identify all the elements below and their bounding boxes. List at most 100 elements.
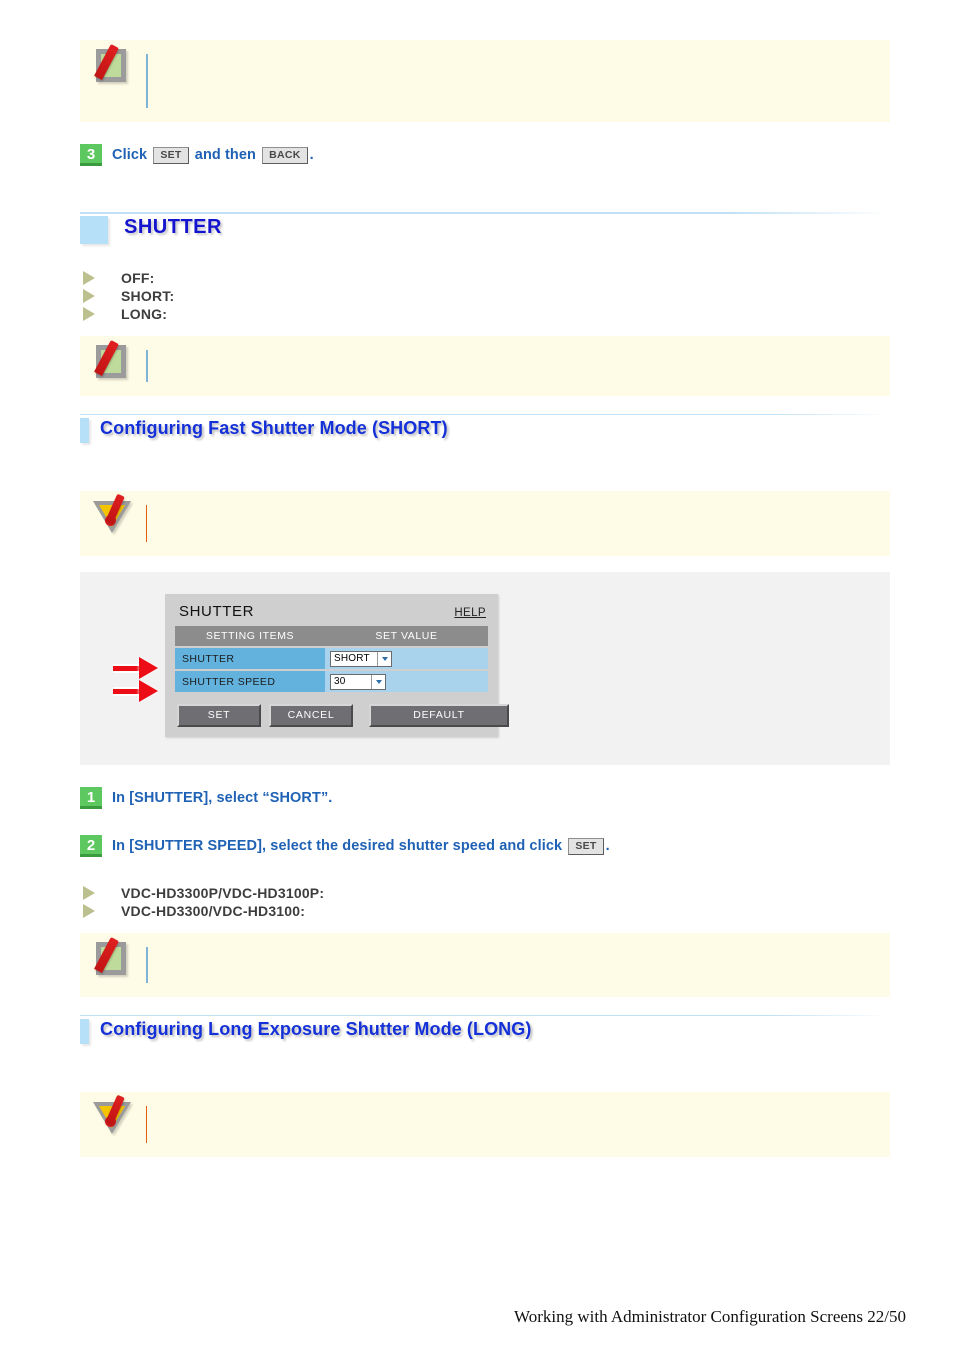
- default-button[interactable]: DEFAULT: [369, 704, 509, 727]
- step2-prefix: In [SHUTTER SPEED], select the desired s…: [112, 837, 563, 854]
- step-number-badge-1: 1: [80, 787, 102, 809]
- column-header-set-value: SET VALUE: [375, 630, 438, 642]
- column-header-setting-items: SETTING ITEMS: [205, 630, 295, 642]
- pointer-arrow-shutter-row: [113, 657, 163, 679]
- section-heading-long-wrap: Configuring Long Exposure Shutter Mode (…: [80, 1015, 890, 1044]
- section-accent-bar: [80, 1019, 89, 1044]
- note-text-modes: [148, 336, 890, 376]
- warning-icon: [91, 493, 135, 539]
- heading-row: SHUTTER: [80, 216, 890, 244]
- memo-icon-cell: [80, 40, 146, 86]
- warning-icon-cell: [80, 491, 146, 539]
- mode-label-long: LONG:: [121, 306, 168, 322]
- section-rule: [80, 1015, 890, 1016]
- help-link[interactable]: HELP: [454, 607, 486, 619]
- set-button[interactable]: SET: [177, 704, 261, 727]
- memo-icon-cell: [80, 336, 146, 382]
- triangle-bullet-icon: [83, 904, 107, 918]
- note-box-modes: [80, 336, 890, 396]
- list-item: LONG:: [80, 306, 890, 322]
- step-row-1: 1 In [SHUTTER], select “SHORT”.: [80, 787, 890, 809]
- cancel-button[interactable]: CANCEL: [269, 704, 353, 727]
- screenshot-panel: SHUTTER HELP SETTING ITEMS SET VALUE SHU…: [80, 572, 890, 765]
- shutter-config-dialog: SHUTTER HELP SETTING ITEMS SET VALUE SHU…: [113, 594, 509, 737]
- shutter-mode-select[interactable]: SHORT: [330, 650, 392, 667]
- list-item: OFF:: [80, 270, 890, 286]
- model-label-pal: VDC-HD3300P/VDC-HD3100P:: [121, 885, 325, 901]
- triangle-bullet-icon: [83, 289, 107, 303]
- list-item: SHORT:: [80, 288, 890, 304]
- step-row-3: 3 Click SET and then BACK.: [80, 144, 890, 166]
- warning-icon: [91, 1094, 135, 1140]
- section-heading-short-wrap: Configuring Fast Shutter Mode (SHORT): [80, 414, 890, 443]
- memo-icon: [93, 936, 133, 979]
- note-box-models: [80, 933, 890, 997]
- heading-shutter-wrap: SHUTTER: [80, 212, 890, 244]
- shutter-speed-selected-value: 30: [334, 676, 346, 687]
- note-text-top: [148, 40, 890, 80]
- section-heading-row: Configuring Fast Shutter Mode (SHORT): [80, 418, 890, 443]
- step-number-badge-3: 3: [80, 144, 102, 166]
- heading-accent-block: [80, 216, 108, 244]
- row-label-shutter: SHUTTER: [175, 648, 325, 669]
- warning-text-short: [147, 491, 890, 531]
- row-value-shutter: SHORT: [325, 648, 488, 669]
- arrow-head: [139, 680, 158, 702]
- dialog-titlebar: SHUTTER HELP: [175, 602, 488, 626]
- inline-button-set[interactable]: SET: [153, 146, 189, 164]
- row-value-shutter-speed: 30: [325, 671, 488, 692]
- page-footer: Working with Administrator Configuration…: [514, 1307, 906, 1326]
- memo-icon: [93, 43, 133, 86]
- dialog-column-headers: SETTING ITEMS SET VALUE: [175, 626, 488, 646]
- shutter-speed-select[interactable]: 30: [330, 673, 386, 690]
- step3-suffix: .: [309, 146, 314, 163]
- model-list: VDC-HD3300P/VDC-HD3100P: VDC-HD3300/VDC-…: [80, 885, 890, 919]
- table-row-shutter-speed: SHUTTER SPEED 30: [175, 671, 488, 692]
- pointer-arrow-speed-row: [113, 680, 163, 702]
- section-title-long: Configuring Long Exposure Shutter Mode (…: [100, 1019, 532, 1039]
- step3-prefix: Click: [112, 146, 148, 163]
- chevron-down-icon: [371, 674, 385, 689]
- shutter-modes-list: OFF: SHORT: LONG:: [80, 270, 890, 322]
- mode-label-short: SHORT:: [121, 288, 175, 304]
- section-accent-bar: [80, 418, 89, 443]
- inline-button-set-step2[interactable]: SET: [568, 837, 604, 855]
- section-heading-row: Configuring Long Exposure Shutter Mode (…: [80, 1019, 890, 1044]
- heading-rule: [80, 212, 890, 214]
- step-text-3: Click SET and then BACK.: [112, 146, 314, 164]
- dialog-title: SHUTTER: [179, 603, 255, 620]
- warning-text-long: [147, 1092, 890, 1132]
- step-text-1: In [SHUTTER], select “SHORT”.: [112, 790, 333, 806]
- inline-button-back[interactable]: BACK: [262, 146, 308, 164]
- table-row-shutter: SHUTTER SHORT: [175, 648, 488, 669]
- dialog-button-row: SET CANCEL DEFAULT: [175, 704, 509, 727]
- mode-label-off: OFF:: [121, 270, 155, 286]
- triangle-bullet-icon: [83, 307, 107, 321]
- warning-box-long: [80, 1092, 890, 1157]
- page-content: 3 Click SET and then BACK. SHUTTER OFF:: [80, 0, 890, 1157]
- document-page: 3 Click SET and then BACK. SHUTTER OFF:: [0, 0, 954, 1351]
- step-row-2: 2 In [SHUTTER SPEED], select the desired…: [80, 835, 890, 857]
- step3-middle: and then: [194, 146, 256, 163]
- memo-icon: [93, 339, 133, 382]
- page-title: SHUTTER: [124, 216, 222, 238]
- triangle-bullet-icon: [83, 271, 107, 285]
- warning-box-short: [80, 491, 890, 556]
- section-title-short: Configuring Fast Shutter Mode (SHORT): [100, 418, 448, 438]
- step-number-badge-2: 2: [80, 835, 102, 857]
- note-text-models: [148, 933, 890, 973]
- chevron-down-icon: [377, 651, 391, 666]
- note-box-top: [80, 40, 890, 122]
- triangle-bullet-icon: [83, 886, 107, 900]
- step2-suffix: .: [605, 837, 610, 854]
- memo-icon-cell: [80, 933, 146, 979]
- model-label-ntsc: VDC-HD3300/VDC-HD3100:: [121, 903, 306, 919]
- arrow-head: [139, 657, 158, 679]
- row-label-shutter-speed: SHUTTER SPEED: [175, 671, 325, 692]
- list-item: VDC-HD3300/VDC-HD3100:: [80, 903, 890, 919]
- warning-icon-cell: [80, 1092, 146, 1140]
- shutter-mode-selected-value: SHORT: [334, 653, 370, 664]
- list-item: VDC-HD3300P/VDC-HD3100P:: [80, 885, 890, 901]
- section-rule: [80, 414, 890, 415]
- step-text-2: In [SHUTTER SPEED], select the desired s…: [112, 837, 610, 855]
